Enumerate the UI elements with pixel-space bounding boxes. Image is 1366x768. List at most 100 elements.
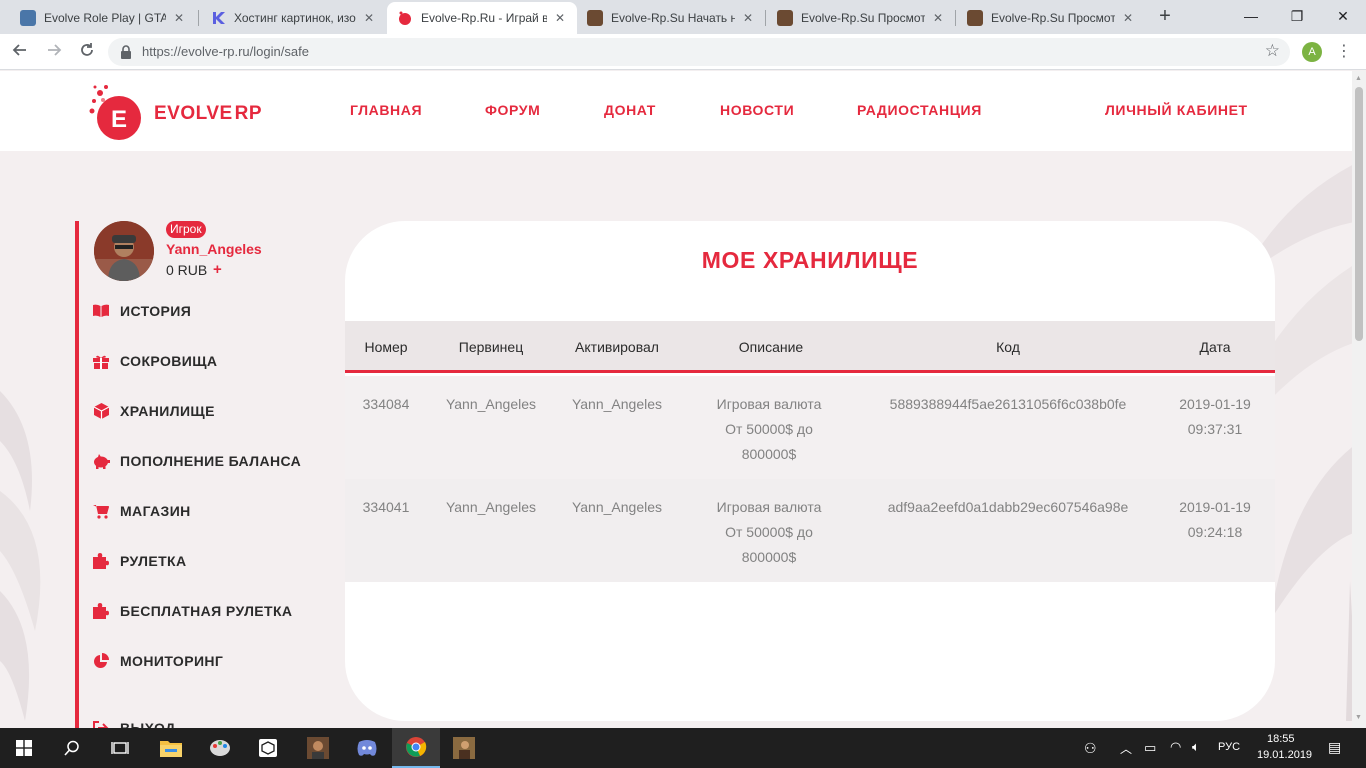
- browser-tab-6[interactable]: Evolve-Rp.Su Просмотр ✕: [957, 2, 1145, 34]
- volume-icon[interactable]: 🔈︎: [1192, 739, 1200, 755]
- task-view-icon: [111, 742, 129, 754]
- sidebar-accent-line: [75, 221, 79, 728]
- paint-palette-icon: [210, 740, 230, 756]
- wifi-icon[interactable]: ◠: [1170, 739, 1181, 755]
- evolve-logo-icon[interactable]: E: [88, 83, 146, 141]
- browser-tab-1[interactable]: Evolve Role Play | GTA S ✕: [10, 2, 196, 34]
- column-header-number: Номер: [364, 339, 408, 355]
- column-header-date: Дата: [1199, 339, 1231, 355]
- notification-center-icon[interactable]: ▤: [1328, 739, 1341, 756]
- back-button[interactable]: [8, 40, 32, 64]
- cell-activated: Yann_Angeles: [571, 499, 663, 515]
- tray-expand-icon[interactable]: ︿: [1120, 740, 1132, 757]
- puzzle-icon: [92, 552, 110, 570]
- book-icon: [92, 302, 110, 320]
- tab-title: Evolve-Rp.Ru - Играй в: [421, 11, 547, 25]
- storage-card: МОЕ ХРАНИЛИЩЕ Номер Первинец Активировал…: [345, 221, 1275, 721]
- balance-value: 0 RUB: [166, 262, 208, 278]
- brand-name[interactable]: EVOLVE RP: [154, 103, 262, 125]
- taskbar-game-launcher[interactable]: [440, 728, 488, 768]
- sidebar-item-storage[interactable]: ХРАНИЛИЩЕ: [92, 400, 215, 422]
- clock-time[interactable]: 18:55: [1267, 733, 1295, 745]
- sidebar-item-roulette[interactable]: РУЛЕТКА: [92, 550, 187, 572]
- scroll-up-arrow-icon[interactable]: ▲: [1355, 75, 1362, 82]
- tab-title: Хостинг картинок, изо: [234, 11, 356, 25]
- page-title: МОЕ ХРАНИЛИЩЕ: [701, 247, 919, 273]
- close-tab-icon[interactable]: ✕: [1121, 11, 1135, 25]
- close-tab-icon[interactable]: ✕: [931, 11, 945, 25]
- browser-tab-4[interactable]: Evolve-Rp.Su Начать н ✕: [577, 2, 765, 34]
- column-header-code: Код: [996, 339, 1020, 355]
- evolve-favicon-icon: [397, 10, 413, 26]
- table-header: Номер Первинец Активировал Описание Код …: [345, 321, 1275, 373]
- sidebar-item-label: БЕСПЛАТНАЯ РУЛЕТКА: [120, 603, 293, 619]
- scrollbar-thumb[interactable]: [1355, 87, 1363, 341]
- page-scrollbar[interactable]: ▲ ▼: [1352, 71, 1366, 728]
- nav-donate[interactable]: ДОНАТ: [604, 102, 656, 118]
- clock-date[interactable]: 19.01.2019: [1257, 749, 1312, 761]
- people-icon[interactable]: ⚇: [1084, 740, 1097, 757]
- site-header: E EVOLVE RP ГЛАВНАЯ ФОРУМ ДОНАТ НОВОСТИ Р…: [0, 71, 1352, 151]
- sidebar-item-treasures[interactable]: СОКРОВИЩА: [92, 350, 217, 372]
- svg-text:E: E: [111, 106, 127, 133]
- taskbar-file-explorer[interactable]: [147, 728, 195, 768]
- close-tab-icon[interactable]: ✕: [741, 11, 755, 25]
- evolve-su-favicon-icon: [587, 10, 603, 26]
- avatar[interactable]: [94, 221, 154, 281]
- evolve-su-favicon-icon: [967, 10, 983, 26]
- sidebar-item-free-roulette[interactable]: БЕСПЛАТНАЯ РУЛЕТКА: [92, 600, 292, 622]
- minimize-window-button[interactable]: —: [1228, 0, 1274, 34]
- battery-icon[interactable]: ▭: [1144, 740, 1156, 756]
- cell-activated: Yann_Angeles: [571, 396, 663, 412]
- cell-code: 5889388944f5ae26131056f6c038b0fe: [889, 396, 1127, 412]
- sidebar-item-label: РУЛЕТКА: [120, 553, 187, 569]
- table-row: 334084 Yann_Angeles Yann_Angeles Игровая…: [345, 376, 1275, 479]
- browser-menu-icon[interactable]: ⋮: [1336, 40, 1352, 64]
- nav-news[interactable]: НОВОСТИ: [720, 102, 794, 118]
- sidebar-item-logout[interactable]: ВЫХОД: [92, 717, 175, 728]
- logout-icon: [92, 719, 110, 728]
- close-tab-icon[interactable]: ✕: [172, 11, 186, 25]
- bookmark-star-icon[interactable]: ☆: [1265, 41, 1280, 61]
- sidebar-item-label: МОНИТОРИНГ: [120, 653, 224, 669]
- nav-forum[interactable]: ФОРУМ: [485, 102, 540, 118]
- sidebar-item-topup[interactable]: ПОПОЛНЕНИЕ БАЛАНСА: [92, 450, 301, 472]
- close-tab-icon[interactable]: ✕: [553, 11, 567, 25]
- vk-favicon-icon: [20, 10, 36, 26]
- cell-first: Yann_Angeles: [445, 396, 537, 412]
- sidebar-item-history[interactable]: ИСТОРИЯ: [92, 300, 191, 322]
- reload-button[interactable]: [75, 40, 99, 64]
- taskbar-chrome[interactable]: [392, 728, 440, 768]
- cell-code: adf9aa2eefd0a1dabb29ec607546a98e: [887, 499, 1129, 515]
- pie-chart-icon: [92, 652, 110, 670]
- profile-avatar[interactable]: A: [1302, 42, 1322, 62]
- scroll-down-arrow-icon[interactable]: ▼: [1355, 714, 1362, 721]
- input-language[interactable]: РУС: [1218, 741, 1240, 753]
- browser-tab-2[interactable]: Хостинг картинок, изо ✕: [200, 2, 386, 34]
- taskbar-discord[interactable]: [343, 728, 391, 768]
- piggy-bank-icon: [92, 452, 110, 470]
- cell-date: 2019-01-19 09:37:31: [1179, 396, 1251, 437]
- start-button[interactable]: [0, 728, 48, 768]
- task-view-button[interactable]: [96, 728, 144, 768]
- address-bar[interactable]: https://evolve-rp.ru/login/safe ☆: [108, 38, 1290, 66]
- taskbar-gta-game[interactable]: [294, 728, 342, 768]
- search-button[interactable]: [48, 728, 96, 768]
- sidebar-item-monitoring[interactable]: МОНИТОРИНГ: [92, 650, 223, 672]
- cell-description: Игровая валюта От 50000$ до 800000$: [716, 396, 822, 462]
- user-avatar-image: [94, 221, 154, 281]
- taskbar-paint[interactable]: [196, 728, 244, 768]
- browser-tab-3-active[interactable]: Evolve-Rp.Ru - Играй в ✕: [387, 2, 577, 34]
- add-balance-button[interactable]: +: [213, 261, 222, 278]
- new-tab-button[interactable]: +: [1154, 5, 1176, 27]
- sidebar-item-shop[interactable]: МАГАЗИН: [92, 500, 191, 522]
- browser-tab-5[interactable]: Evolve-Rp.Su Просмотр ✕: [767, 2, 955, 34]
- taskbar-app-box[interactable]: [244, 728, 292, 768]
- maximize-window-button[interactable]: ❐: [1274, 0, 1320, 34]
- close-window-button[interactable]: ✕: [1320, 0, 1366, 34]
- close-tab-icon[interactable]: ✕: [362, 11, 376, 25]
- nav-account[interactable]: ЛИЧНЫЙ КАБИНЕТ: [1105, 102, 1248, 118]
- forward-button[interactable]: [42, 40, 66, 64]
- nav-radio[interactable]: РАДИОСТАНЦИЯ: [857, 102, 982, 118]
- nav-home[interactable]: ГЛАВНАЯ: [350, 102, 422, 118]
